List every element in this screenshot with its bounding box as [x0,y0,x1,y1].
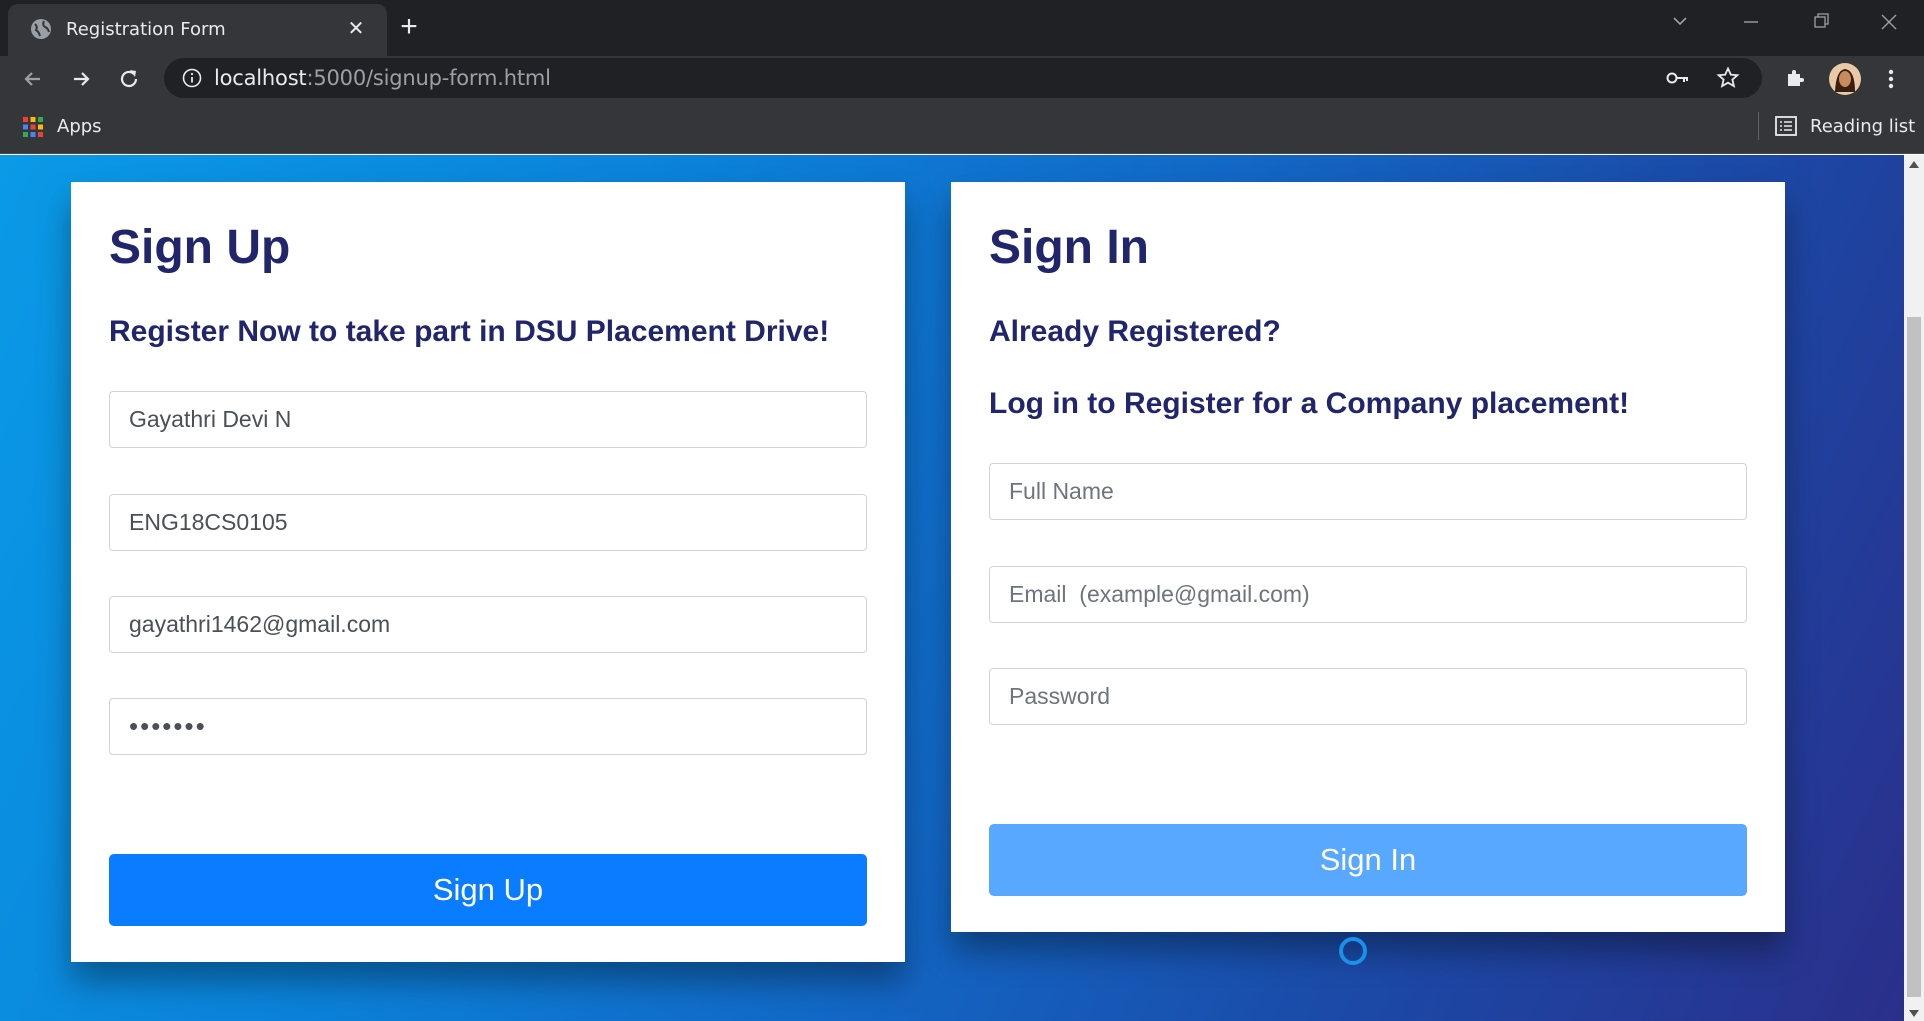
info-icon[interactable] [182,68,202,88]
browser-tab[interactable]: Registration Form ✕ [8,4,387,56]
signin-button[interactable]: Sign In [989,824,1747,896]
scroll-up-icon[interactable] [1909,161,1919,168]
browser-toolbar: localhost:5000/signup-form.html [0,56,1924,100]
extensions-icon[interactable] [1780,64,1810,94]
profile-avatar[interactable] [1828,62,1862,96]
signin-card: Sign In Already Registered? Log in to Re… [951,182,1785,932]
loading-spinner-icon [1339,937,1367,965]
bookmarks-bar: Apps Reading list [0,100,1924,154]
browser-tab-strip: Registration Form ✕ + [0,0,1924,56]
signin-subtitle-login: Log in to Register for a Company placeme… [989,387,1630,420]
email-input[interactable] [109,596,867,653]
signup-card: Sign Up Register Now to take part in DSU… [71,182,905,962]
minimize-icon[interactable] [1730,8,1770,36]
signup-subtitle: Register Now to take part in DSU Placeme… [109,315,830,348]
close-tab-icon[interactable]: ✕ [343,16,369,42]
bookmarks-divider [1758,112,1759,140]
page-viewport: Sign Up Register Now to take part in DSU… [0,155,1904,1021]
signup-title: Sign Up [109,221,291,274]
scroll-down-icon[interactable] [1909,1010,1919,1017]
usn-input[interactable] [109,494,867,551]
back-icon[interactable] [18,64,48,94]
reload-icon[interactable] [114,64,144,94]
signin-subtitle-registered: Already Registered? [989,315,1281,348]
apps-bookmark[interactable]: Apps [57,116,102,137]
name-input[interactable] [109,391,867,448]
address-bar[interactable]: localhost:5000/signup-form.html [164,58,1762,98]
apps-grid-icon[interactable] [22,116,44,138]
globe-icon [31,19,51,39]
reading-list-icon[interactable] [1774,115,1798,137]
tab-search-icon[interactable] [1660,8,1700,36]
signin-password-input[interactable] [989,668,1747,725]
signin-title: Sign In [989,221,1149,274]
signup-button[interactable]: Sign Up [109,854,867,926]
menu-dots-icon[interactable] [1876,64,1906,94]
restore-icon[interactable] [1800,8,1840,36]
reading-list-label[interactable]: Reading list [1810,116,1915,137]
bookmark-star-icon[interactable] [1716,66,1740,90]
signin-name-input[interactable] [989,463,1747,520]
signin-email-input[interactable] [989,566,1747,623]
password-input[interactable] [109,698,867,755]
page-scrollbar[interactable] [1904,155,1924,1021]
close-window-icon[interactable] [1868,8,1908,36]
url-text: localhost:5000/signup-form.html [214,66,551,90]
key-icon[interactable] [1666,68,1690,88]
tab-title: Registration Form [66,19,226,40]
new-tab-icon[interactable]: + [392,10,426,44]
forward-icon[interactable] [66,64,96,94]
scrollbar-thumb[interactable] [1907,317,1921,997]
